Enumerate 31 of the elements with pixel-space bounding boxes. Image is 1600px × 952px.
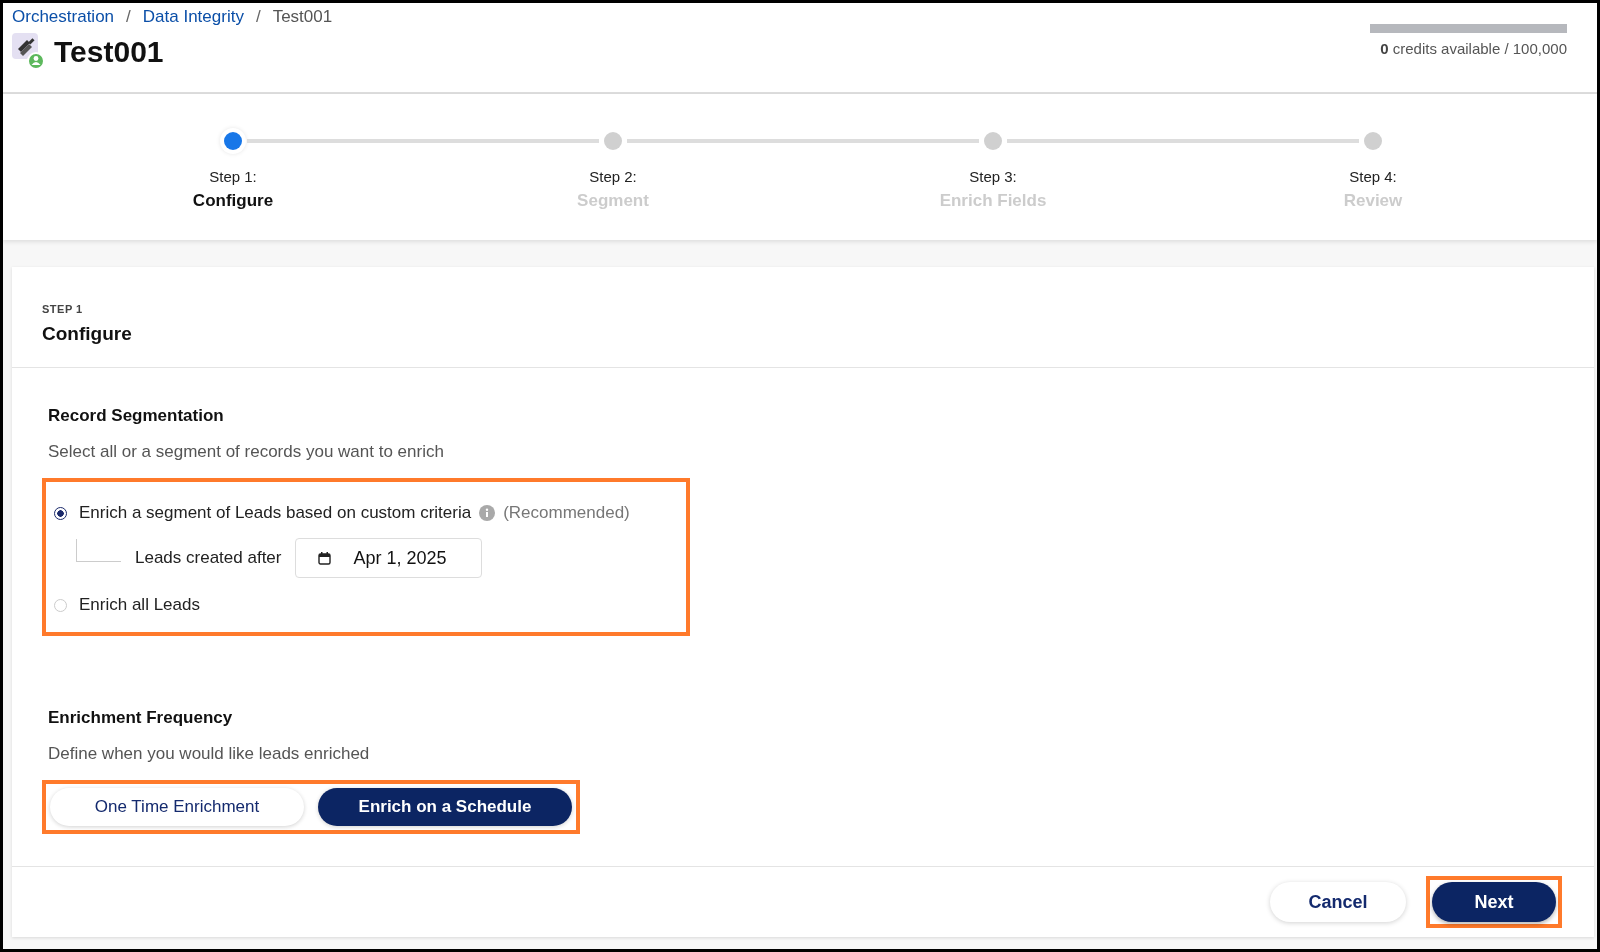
breadcrumb-link[interactable]: Orchestration bbox=[12, 7, 115, 27]
radio-button[interactable] bbox=[54, 506, 67, 520]
section-title: Enrichment Frequency bbox=[48, 708, 234, 728]
option-label[interactable]: Enrich all Leads bbox=[79, 595, 200, 615]
frequency-option[interactable]: One Time Enrichment bbox=[50, 788, 304, 826]
cancel-button[interactable]: Cancel bbox=[1270, 882, 1406, 922]
breadcrumb-separator: / bbox=[126, 7, 131, 27]
section-description: Define when you would like leads enriched bbox=[48, 744, 371, 764]
field-label: Leads created after bbox=[135, 548, 282, 568]
step-number: Step 3: bbox=[969, 168, 1017, 185]
step-name: Configure bbox=[192, 191, 274, 211]
option-note: (Recommended) bbox=[503, 503, 630, 523]
breadcrumb-link[interactable]: Data Integrity bbox=[142, 7, 244, 27]
breadcrumb-current: Test001 bbox=[272, 7, 333, 27]
section-title: Record Segmentation bbox=[48, 406, 225, 426]
panel-heading: Configure bbox=[42, 323, 133, 345]
step-number: Step 4: bbox=[1349, 168, 1397, 185]
info-icon[interactable] bbox=[479, 505, 496, 521]
section-description: Select all or a segment of records you want to enrich bbox=[48, 442, 445, 462]
tree-connector bbox=[76, 538, 121, 562]
step-number: Step 2: bbox=[589, 168, 637, 185]
credits-text: 0 credits available / 100,000 bbox=[1380, 40, 1567, 57]
breadcrumb-separator: / bbox=[255, 7, 261, 27]
step-number: Step 1: bbox=[209, 168, 257, 185]
frequency-option[interactable]: Enrich on a Schedule bbox=[318, 788, 572, 826]
calendar-icon bbox=[318, 551, 332, 565]
page-title: Test001 bbox=[54, 35, 164, 69]
option-label[interactable]: Enrich a segment of Leads based on custom criteria bbox=[79, 503, 472, 523]
date-field[interactable]: Apr 1, 2025 bbox=[295, 538, 482, 578]
step-eyebrow: STEP 1 bbox=[42, 303, 84, 315]
next-button[interactable]: Next bbox=[1432, 882, 1556, 922]
